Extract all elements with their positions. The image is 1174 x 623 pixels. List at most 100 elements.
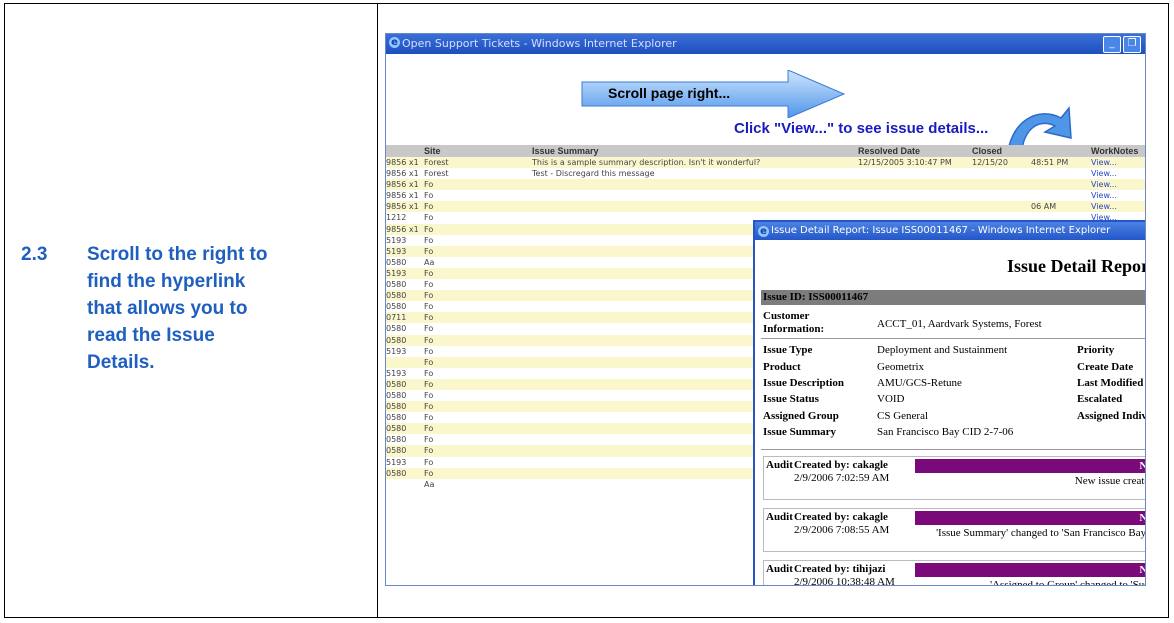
- row-id: 9856 x1: [386, 191, 419, 201]
- field-value: AMU/GCS-Retune: [877, 377, 962, 389]
- field-value: Deployment and Sustainment: [877, 344, 1008, 356]
- row-site: Fo: [424, 379, 434, 389]
- row-id: 5193: [386, 368, 407, 378]
- row-id: 0580: [386, 257, 407, 267]
- row-site: Fo: [424, 191, 434, 201]
- row-site: Aa: [424, 479, 435, 489]
- separator: [761, 338, 1145, 339]
- notes-header: Notes: [915, 563, 1145, 577]
- row-id: 5193: [386, 235, 407, 245]
- row-site: Fo: [424, 424, 434, 434]
- audit-label: Audit: [766, 459, 793, 471]
- issue-id-bar: Issue ID: ISS00011467: [761, 290, 1145, 305]
- table-row: 9856 x1 Fo 06 AM View...: [386, 201, 1145, 213]
- row-site: Fo: [424, 446, 434, 456]
- row-id: 0580: [386, 446, 407, 456]
- field-label: Issue Type: [763, 344, 813, 356]
- row-id: 0580: [386, 424, 407, 434]
- row-site: Fo: [424, 224, 434, 234]
- field-label: Priority: [1077, 344, 1115, 356]
- row-site: Forest: [424, 169, 449, 179]
- row-site: Fo: [424, 235, 434, 245]
- table-row: 9856 x1 Fo View...: [386, 190, 1145, 201]
- row-site: Fo: [424, 413, 434, 423]
- customer-value: ACCT_01, Aardvark Systems, Forest: [877, 318, 1042, 330]
- customer-label: Customer Information:: [763, 310, 825, 335]
- row-site: Fo: [424, 280, 434, 290]
- row-site: Aa: [424, 257, 435, 267]
- header-site: Site: [424, 146, 441, 156]
- field-label: Issue Status: [763, 393, 819, 405]
- row-id: 9856 x1: [386, 158, 419, 167]
- row-site: Fo: [424, 402, 434, 412]
- header-closed: Closed: [972, 146, 1003, 156]
- note-author: Created by: tihijazi 2/9/2006 10:38:48 AM: [794, 563, 895, 586]
- field-value: Geometrix: [877, 361, 925, 373]
- row-id: 0580: [386, 324, 407, 334]
- report-heading: Issue Detail Report: [1007, 256, 1146, 276]
- row-resolved-date: 12/15/2005 3:10:47 PM: [858, 158, 952, 167]
- browser-window: e Open Support Tickets - Windows Interne…: [385, 33, 1146, 586]
- row-id: 9856 x1: [386, 180, 419, 190]
- field-value: San Francisco Bay CID 2-7-06: [877, 426, 1014, 438]
- note-text: 'Assigned to Group' changed to 'Sustainm…: [990, 579, 1145, 586]
- field-value: VOID: [877, 393, 905, 405]
- note-author: Created by: cakagle 2/9/2006 7:08:55 AM: [794, 511, 889, 537]
- header-issue-summary: Issue Summary: [532, 146, 599, 156]
- view-link[interactable]: View...: [1091, 157, 1117, 168]
- detail-body: Issue Detail Report Issue ID: ISS0001146…: [755, 240, 1146, 586]
- note-date: 2/9/2006 7:02:59 AM: [794, 472, 890, 484]
- row-site: Fo: [424, 313, 434, 323]
- view-hint: Click "View..." to see issue details...: [734, 120, 989, 137]
- row-site: Fo: [424, 468, 434, 478]
- step-number: 2.3: [21, 244, 48, 265]
- row-closed-time: 48:51 PM: [1031, 158, 1069, 167]
- detail-titlebar: e Issue Detail Report: Issue ISS00011467…: [755, 222, 1145, 240]
- field-label: Issue Summary: [763, 426, 837, 438]
- notes-header: Notes: [915, 459, 1145, 473]
- row-site: Fo: [424, 368, 434, 378]
- row-closed-date: 12/15/20: [972, 158, 1008, 167]
- field-label: Issue Description: [763, 377, 844, 389]
- view-link[interactable]: View...: [1091, 190, 1117, 201]
- row-site: Fo: [424, 213, 434, 223]
- separator: [761, 449, 1145, 450]
- row-id: 9856 x1: [386, 224, 419, 234]
- issue-detail-window: e Issue Detail Report: Issue ISS00011467…: [753, 220, 1146, 586]
- row-id: 0580: [386, 379, 407, 389]
- note-date: 2/9/2006 10:38:48 AM: [794, 576, 895, 586]
- audit-note: Audit Created by: cakagle 2/9/2006 7:08:55…: [763, 508, 1145, 552]
- field-label: Product: [763, 361, 801, 373]
- row-site: Fo: [424, 324, 434, 334]
- audit-note: Audit Created by: tihijazi 2/9/2006 10:38:…: [763, 560, 1145, 586]
- created-by: Created by: tihijazi: [794, 563, 886, 575]
- step-text: Scroll to the right to find the hyperlin…: [87, 244, 268, 373]
- row-site: Fo: [424, 202, 434, 212]
- view-link[interactable]: View...: [1091, 201, 1117, 212]
- audit-label: Audit: [766, 511, 793, 523]
- field-value: CS General: [877, 410, 929, 422]
- table-row: 9856 x1 Forest Test - Discregard this mess…: [386, 168, 1145, 179]
- view-link[interactable]: View...: [1091, 179, 1117, 190]
- note-text: New issue created from Phone Call: [1074, 475, 1145, 487]
- ie-logo-icon: e: [389, 37, 400, 48]
- row-id: 5193: [386, 457, 407, 467]
- minimize-button[interactable]: _: [1103, 36, 1121, 53]
- row-summary: Test - Discregard this message: [532, 169, 655, 179]
- row-id: 0580: [386, 302, 407, 312]
- row-id: 0580: [386, 435, 407, 445]
- column-divider: [377, 4, 378, 617]
- created-by: Created by: cakagle: [794, 459, 888, 471]
- field-label: Last Modified: [1077, 377, 1144, 389]
- audit-label: Audit: [766, 563, 793, 575]
- created-by: Created by: cakagle: [794, 511, 888, 523]
- row-site: Fo: [424, 246, 434, 256]
- row-site: Fo: [424, 357, 434, 367]
- row-site: Fo: [424, 180, 434, 190]
- view-link[interactable]: View...: [1091, 168, 1117, 179]
- row-id: 9856 x1: [386, 169, 419, 179]
- table-header: Site Issue Summary Resolved Date Closed …: [386, 145, 1145, 157]
- restore-button[interactable]: ❐: [1123, 36, 1141, 53]
- row-id: 0711: [386, 313, 407, 323]
- row-site: Forest: [424, 158, 449, 167]
